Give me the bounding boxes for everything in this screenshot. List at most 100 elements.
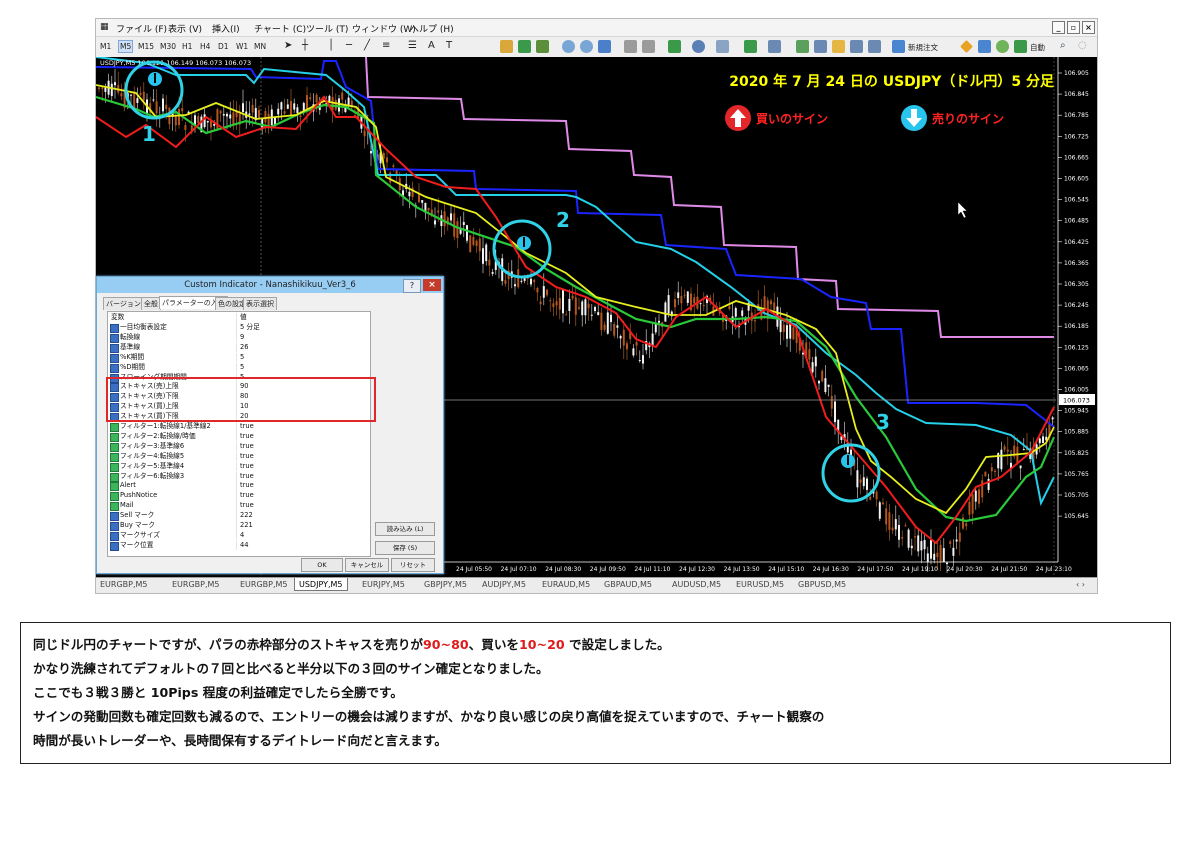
tab-scroll-arrows-icon[interactable]: ‹ ›: [1076, 580, 1085, 589]
parameter-row[interactable]: フィルター4:転換線5 true: [108, 451, 370, 462]
parameter-row[interactable]: Alert true: [108, 481, 370, 492]
menu-file[interactable]: ファイル (F): [116, 22, 167, 35]
parameter-row[interactable]: フィルター6:転換線3 true: [108, 471, 370, 482]
help-icon[interactable]: ?: [403, 279, 421, 293]
parameter-value[interactable]: true: [240, 501, 254, 511]
symbol-tab[interactable]: EURGBP,M5: [100, 580, 148, 589]
data-window-icon[interactable]: [814, 40, 827, 53]
auto-trading-button[interactable]: 自動: [1030, 42, 1045, 53]
restore-icon[interactable]: ▫: [1067, 21, 1080, 34]
menu-insert[interactable]: 挿入(I): [212, 22, 240, 35]
label-icon[interactable]: T: [446, 40, 452, 51]
parameter-value[interactable]: 4: [240, 531, 244, 541]
parameter-value[interactable]: true: [240, 432, 254, 442]
chat-icon[interactable]: ◌: [1078, 40, 1087, 51]
parameter-row[interactable]: %K期間 5: [108, 352, 370, 363]
timeframe-h4[interactable]: H4: [200, 42, 210, 51]
parameter-row[interactable]: 一目均衡表設定 5 分足: [108, 323, 370, 333]
tester-icon[interactable]: [868, 40, 881, 53]
parameter-row[interactable]: 基準線 26: [108, 342, 370, 353]
timeframe-d1[interactable]: D1: [218, 42, 229, 51]
parameter-row[interactable]: %D期間 5: [108, 362, 370, 373]
menu-help[interactable]: ヘルプ (H): [410, 22, 454, 35]
symbol-tab[interactable]: EURGBP,M5: [172, 580, 220, 589]
templates-icon[interactable]: [716, 40, 729, 53]
market-watch-icon[interactable]: [796, 40, 809, 53]
periods-icon[interactable]: [692, 40, 705, 53]
line-chart-icon[interactable]: [536, 40, 549, 53]
text-icon[interactable]: A: [428, 40, 435, 51]
parameter-value[interactable]: 222: [240, 511, 253, 521]
parameter-value[interactable]: 26: [240, 343, 249, 353]
crosshair-icon[interactable]: ┼: [302, 40, 308, 51]
fibonacci-icon[interactable]: ☰: [408, 40, 417, 51]
symbol-tab-active[interactable]: USDJPY,M5: [294, 578, 348, 591]
symbol-tab[interactable]: AUDJPY,M5: [482, 580, 526, 589]
parameter-row[interactable]: フィルター2:転換線/時価 true: [108, 431, 370, 442]
timeframe-mn[interactable]: MN: [254, 42, 266, 51]
parameter-value[interactable]: true: [240, 422, 254, 432]
parameter-row[interactable]: フィルター3:基準線6 true: [108, 441, 370, 452]
timeframe-m1[interactable]: M1: [100, 42, 111, 51]
terminal-icon[interactable]: [850, 40, 863, 53]
bar-chart-icon[interactable]: [500, 40, 513, 53]
load-button[interactable]: 読み込み (L): [375, 522, 435, 536]
trendline-icon[interactable]: ╱: [364, 40, 370, 51]
menu-tools[interactable]: ツール (T): [306, 22, 348, 35]
ok-button[interactable]: OK: [301, 558, 343, 572]
timeframe-m30[interactable]: M30: [160, 42, 176, 51]
zoom-in-icon[interactable]: [562, 40, 575, 53]
parameter-value[interactable]: 9: [240, 333, 244, 343]
parameter-value[interactable]: true: [240, 472, 254, 482]
parameter-row[interactable]: マークサイズ 4: [108, 530, 370, 541]
zoom-out-icon[interactable]: [580, 40, 593, 53]
indicators-icon[interactable]: [668, 40, 681, 53]
parameter-row[interactable]: Buy マーク 221: [108, 521, 370, 531]
symbol-tab[interactable]: GBPUSD,M5: [798, 580, 846, 589]
menu-chart[interactable]: チャート (C): [254, 22, 306, 35]
tile-windows-icon[interactable]: [598, 40, 611, 53]
tab-general[interactable]: 全般: [141, 297, 161, 310]
parameter-row[interactable]: マーク位置 44: [108, 540, 370, 551]
community-icon[interactable]: [978, 40, 991, 53]
parameter-row[interactable]: Mail true: [108, 501, 370, 512]
signals-icon[interactable]: [996, 40, 1009, 53]
symbol-tab[interactable]: GBPJPY,M5: [424, 580, 467, 589]
autoscroll-icon[interactable]: [642, 40, 655, 53]
timeframe-m15[interactable]: M15: [138, 42, 154, 51]
minimize-icon[interactable]: _: [1052, 21, 1065, 34]
auto-trading-icon[interactable]: [1014, 40, 1027, 53]
channel-icon[interactable]: ≡: [382, 40, 390, 51]
symbol-tab[interactable]: AUDUSD,M5: [672, 580, 721, 589]
reset-button[interactable]: リセット: [391, 558, 435, 572]
symbol-tab[interactable]: GBPAUD,M5: [604, 580, 652, 589]
timeframe-m5[interactable]: M5: [118, 40, 134, 53]
parameter-value[interactable]: 5: [240, 353, 244, 363]
parameter-row[interactable]: PushNotice true: [108, 491, 370, 502]
parameter-value[interactable]: 44: [240, 541, 249, 551]
parameter-value[interactable]: true: [240, 452, 254, 462]
close-icon[interactable]: ×: [1082, 21, 1095, 34]
app-icon[interactable]: ▦: [100, 22, 109, 32]
expert-icon[interactable]: [744, 40, 757, 53]
candle-chart-icon[interactable]: [518, 40, 531, 53]
cancel-button[interactable]: キャンセル: [345, 558, 389, 572]
parameter-row[interactable]: 転換線 9: [108, 332, 370, 343]
parameter-value[interactable]: 5: [240, 363, 244, 373]
history-icon[interactable]: [768, 40, 781, 53]
parameter-row[interactable]: Sell マーク 222: [108, 511, 370, 522]
parameter-value[interactable]: true: [240, 462, 254, 472]
parameter-row[interactable]: フィルター5:基準線4 true: [108, 461, 370, 472]
symbol-tab[interactable]: EURGBP,M5: [240, 580, 288, 589]
search-icon[interactable]: ⌕: [1060, 40, 1066, 51]
metaeditor-icon[interactable]: [960, 40, 973, 53]
symbol-tab[interactable]: EURJPY,M5: [362, 580, 405, 589]
parameter-value[interactable]: 221: [240, 521, 253, 531]
menu-window[interactable]: ウィンドウ (W): [352, 22, 416, 35]
timeframe-w1[interactable]: W1: [236, 42, 248, 51]
parameter-value[interactable]: true: [240, 481, 254, 491]
parameter-value[interactable]: true: [240, 491, 254, 501]
close-icon[interactable]: ×: [423, 279, 441, 291]
symbol-tab[interactable]: EURAUD,M5: [542, 580, 590, 589]
symbol-tab[interactable]: EURUSD,M5: [736, 580, 784, 589]
